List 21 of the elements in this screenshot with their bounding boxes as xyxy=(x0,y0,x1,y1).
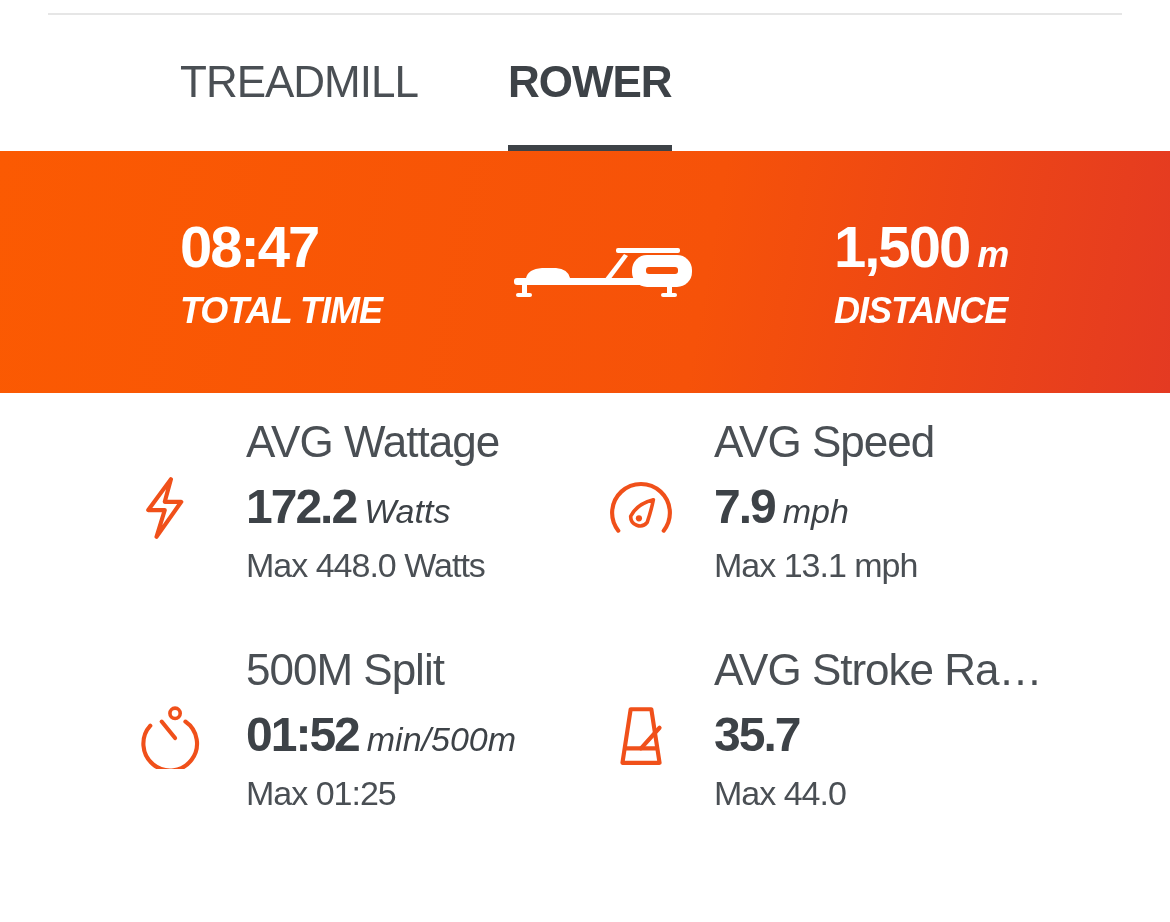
unit-label: min/500m xyxy=(366,720,517,759)
time-label: TOTAL TIME xyxy=(180,289,382,332)
unit-label: mph xyxy=(782,492,849,531)
time-value: 08:47 xyxy=(180,212,319,280)
stat-title: 500M Split xyxy=(246,645,446,695)
stat-value: 35.7 xyxy=(714,707,800,762)
unit-label: Watts xyxy=(364,492,451,531)
stat-title: AVG Wattage xyxy=(246,417,500,467)
max-value: Max 01:25 xyxy=(246,774,397,813)
stat-title: AVG Speed xyxy=(714,417,935,467)
stat-value: 01:52 xyxy=(246,707,359,762)
max-value: Max 13.1 mph xyxy=(714,546,919,585)
max-value: Max 448.0 Watts xyxy=(246,546,486,585)
unit-label: m xyxy=(977,233,1010,276)
stat-title: AVG Stroke Ra… xyxy=(714,645,1042,695)
distance-value: 1,500 xyxy=(834,212,970,280)
max-value: Max 44.0 xyxy=(714,774,847,813)
stat-value: 7.9 xyxy=(714,479,775,534)
distance-label: DISTANCE xyxy=(834,289,1010,332)
stat-value: 172.2 xyxy=(246,479,357,534)
tab[interactable]: TREADMILL xyxy=(180,57,418,151)
